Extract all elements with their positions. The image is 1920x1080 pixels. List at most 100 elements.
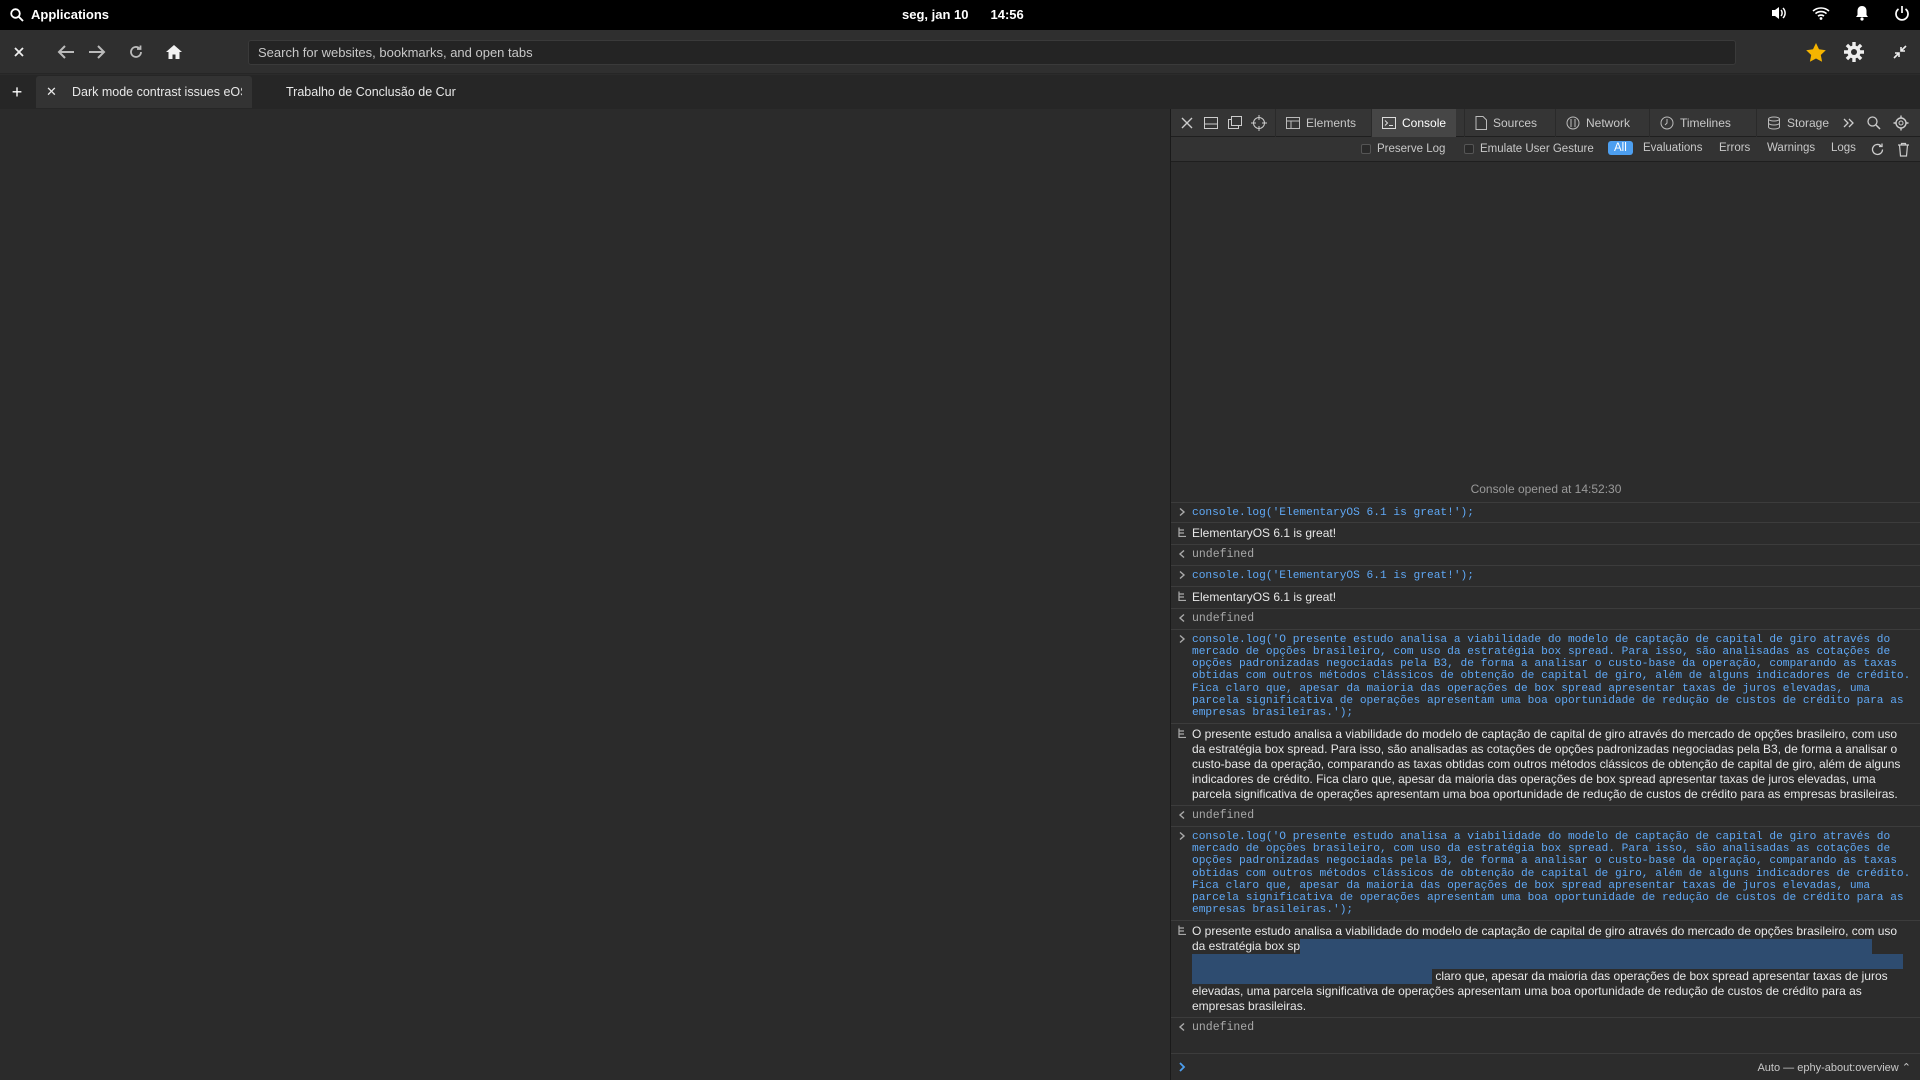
command-text: console.log('O presente estudo analisa a… bbox=[1192, 830, 1911, 917]
log-text: ElementaryOS 6.1 is great! bbox=[1192, 526, 1337, 541]
filter-all[interactable]: All bbox=[1608, 141, 1633, 155]
preserve-log-label: Preserve Log bbox=[1377, 143, 1446, 155]
elements-icon bbox=[1286, 117, 1300, 129]
tab-label: Console bbox=[1402, 116, 1447, 130]
address-bar[interactable]: Search for websites, bookmarks, and open… bbox=[248, 40, 1736, 65]
console-command[interactable]: console.log('O presente estudo analisa a… bbox=[1171, 825, 1920, 920]
emulate-gesture-label: Emulate User Gesture bbox=[1480, 143, 1594, 155]
console-command[interactable]: console.log('ElementaryOS 6.1 is great!'… bbox=[1171, 565, 1920, 585]
tab-label: Sources bbox=[1493, 116, 1538, 130]
tab-label: Network bbox=[1586, 116, 1631, 130]
console-log[interactable]: ElementaryOS 6.1 is great! bbox=[1171, 585, 1920, 608]
home-button[interactable] bbox=[162, 40, 186, 64]
close-tab-icon[interactable]: ✕ bbox=[46, 84, 57, 100]
chevron-right-icon bbox=[1179, 507, 1186, 517]
restore-icon bbox=[1893, 45, 1907, 59]
result-text: undefined bbox=[1192, 548, 1255, 562]
time-label: 14:56 bbox=[990, 7, 1024, 22]
console-prompt[interactable]: Auto — ephy-about:overview ⌃ bbox=[1171, 1053, 1920, 1080]
volume-icon[interactable] bbox=[1770, 5, 1788, 21]
console-opened-note: Console opened at 14:52:30 bbox=[1470, 482, 1622, 496]
web-inspector: Elements Console Sources Network Timelin… bbox=[1170, 109, 1920, 1080]
command-text: console.log('O presente estudo analisa a… bbox=[1192, 633, 1911, 720]
tab-title: Dark mode contrast issues eOS bbox=[72, 85, 242, 99]
tab-title: Trabalho de Conclusão de Cur bbox=[286, 85, 456, 99]
back-button[interactable] bbox=[54, 40, 78, 64]
log-icon bbox=[1178, 925, 1186, 935]
close-window-button[interactable] bbox=[7, 40, 31, 64]
document-icon bbox=[1475, 116, 1487, 130]
power-icon[interactable] bbox=[1894, 5, 1910, 21]
applications-menu[interactable]: Applications bbox=[10, 7, 109, 22]
console-log-selected[interactable]: O presente estudo analisa a viabilidade … bbox=[1171, 919, 1920, 1017]
console-result[interactable]: undefined bbox=[1171, 804, 1920, 826]
log-icon bbox=[1178, 728, 1186, 738]
filter-logs[interactable]: Logs bbox=[1831, 142, 1856, 154]
bookmark-button[interactable] bbox=[1804, 40, 1828, 64]
settings-gear-icon[interactable] bbox=[1893, 115, 1909, 131]
menu-button[interactable] bbox=[1842, 40, 1866, 64]
forward-button[interactable] bbox=[85, 40, 109, 64]
browser-headerbar: Search for websites, bookmarks, and open… bbox=[0, 30, 1920, 74]
console-command[interactable]: console.log('O presente estudo analisa a… bbox=[1171, 628, 1920, 723]
filter-evaluations[interactable]: Evaluations bbox=[1643, 142, 1702, 154]
result-text: undefined bbox=[1192, 1020, 1255, 1034]
chevron-left-icon bbox=[1178, 1022, 1185, 1031]
command-text: console.log('ElementaryOS 6.1 is great!'… bbox=[1192, 507, 1474, 519]
search-icon[interactable] bbox=[1866, 115, 1882, 131]
dock-bottom-icon[interactable] bbox=[1203, 115, 1219, 131]
web-content-area[interactable] bbox=[0, 109, 1170, 1080]
tab-dark-mode[interactable]: ✕ Dark mode contrast issues eOS bbox=[36, 76, 252, 108]
more-tabs-icon[interactable] bbox=[1841, 115, 1857, 131]
date-time-indicator[interactable]: seg, jan 10 14:56 bbox=[902, 7, 1024, 22]
tab-storage[interactable]: Storage bbox=[1756, 109, 1839, 137]
selection-highlight bbox=[1192, 968, 1432, 984]
prompt-chevron-icon bbox=[1179, 1062, 1186, 1072]
command-text: console.log('ElementaryOS 6.1 is great!'… bbox=[1192, 570, 1474, 583]
tab-elements[interactable]: Elements bbox=[1275, 109, 1366, 137]
chevron-right-icon bbox=[1179, 571, 1186, 580]
log-icon bbox=[1178, 591, 1186, 601]
refresh-icon[interactable] bbox=[1870, 142, 1885, 157]
console-icon bbox=[1382, 117, 1396, 129]
close-inspector-icon[interactable] bbox=[1179, 115, 1195, 131]
result-text: undefined bbox=[1192, 808, 1255, 822]
console-result[interactable]: undefined bbox=[1171, 1016, 1920, 1038]
console-log[interactable]: ElementaryOS 6.1 is great! bbox=[1171, 522, 1920, 544]
log-text: O presente estudo analisa a viabilidade … bbox=[1192, 726, 1901, 801]
tab-timelines[interactable]: Timelines bbox=[1649, 109, 1741, 137]
element-picker-icon[interactable] bbox=[1251, 115, 1267, 131]
new-tab-button[interactable]: + bbox=[8, 83, 26, 101]
detach-window-icon[interactable] bbox=[1227, 115, 1243, 131]
restore-window-button[interactable] bbox=[1888, 40, 1912, 64]
database-icon bbox=[1768, 116, 1780, 130]
inspector-tab-bar: Elements Console Sources Network Timelin… bbox=[1171, 109, 1920, 137]
tab-label: Timelines bbox=[1680, 116, 1731, 130]
filter-warnings[interactable]: Warnings bbox=[1767, 142, 1815, 154]
address-placeholder: Search for websites, bookmarks, and open… bbox=[258, 45, 533, 60]
notifications-icon[interactable] bbox=[1854, 5, 1870, 21]
trash-icon[interactable] bbox=[1897, 142, 1910, 157]
result-text: undefined bbox=[1192, 611, 1255, 625]
filter-errors[interactable]: Errors bbox=[1719, 142, 1750, 154]
preserve-log-checkbox[interactable]: Preserve Log bbox=[1361, 143, 1445, 155]
network-icon bbox=[1566, 116, 1580, 130]
console-result[interactable]: undefined bbox=[1171, 607, 1920, 629]
emulate-gesture-checkbox[interactable]: Emulate User Gesture bbox=[1464, 143, 1594, 155]
wifi-icon[interactable] bbox=[1812, 5, 1830, 21]
tab-label: Storage bbox=[1787, 116, 1830, 130]
search-icon bbox=[10, 7, 24, 22]
console-command[interactable]: console.log('ElementaryOS 6.1 is great!'… bbox=[1171, 502, 1920, 522]
tab-console[interactable]: Console bbox=[1371, 109, 1457, 137]
tab-sources[interactable]: Sources bbox=[1464, 109, 1547, 137]
reload-icon bbox=[130, 45, 142, 58]
context-label: Auto — ephy-about:overview bbox=[1757, 1062, 1899, 1074]
console-messages: console.log('ElementaryOS 6.1 is great!'… bbox=[1171, 502, 1920, 1038]
console-log[interactable]: O presente estudo analisa a viabilidade … bbox=[1171, 722, 1920, 805]
console-result[interactable]: undefined bbox=[1171, 544, 1920, 565]
applications-label: Applications bbox=[31, 7, 110, 22]
execution-context-select[interactable]: Auto — ephy-about:overview ⌃ bbox=[1757, 1061, 1911, 1074]
reload-button[interactable] bbox=[124, 40, 148, 64]
tab-network[interactable]: Network bbox=[1555, 109, 1640, 137]
tab-trabalho[interactable]: Trabalho de Conclusão de Cur bbox=[286, 76, 466, 108]
